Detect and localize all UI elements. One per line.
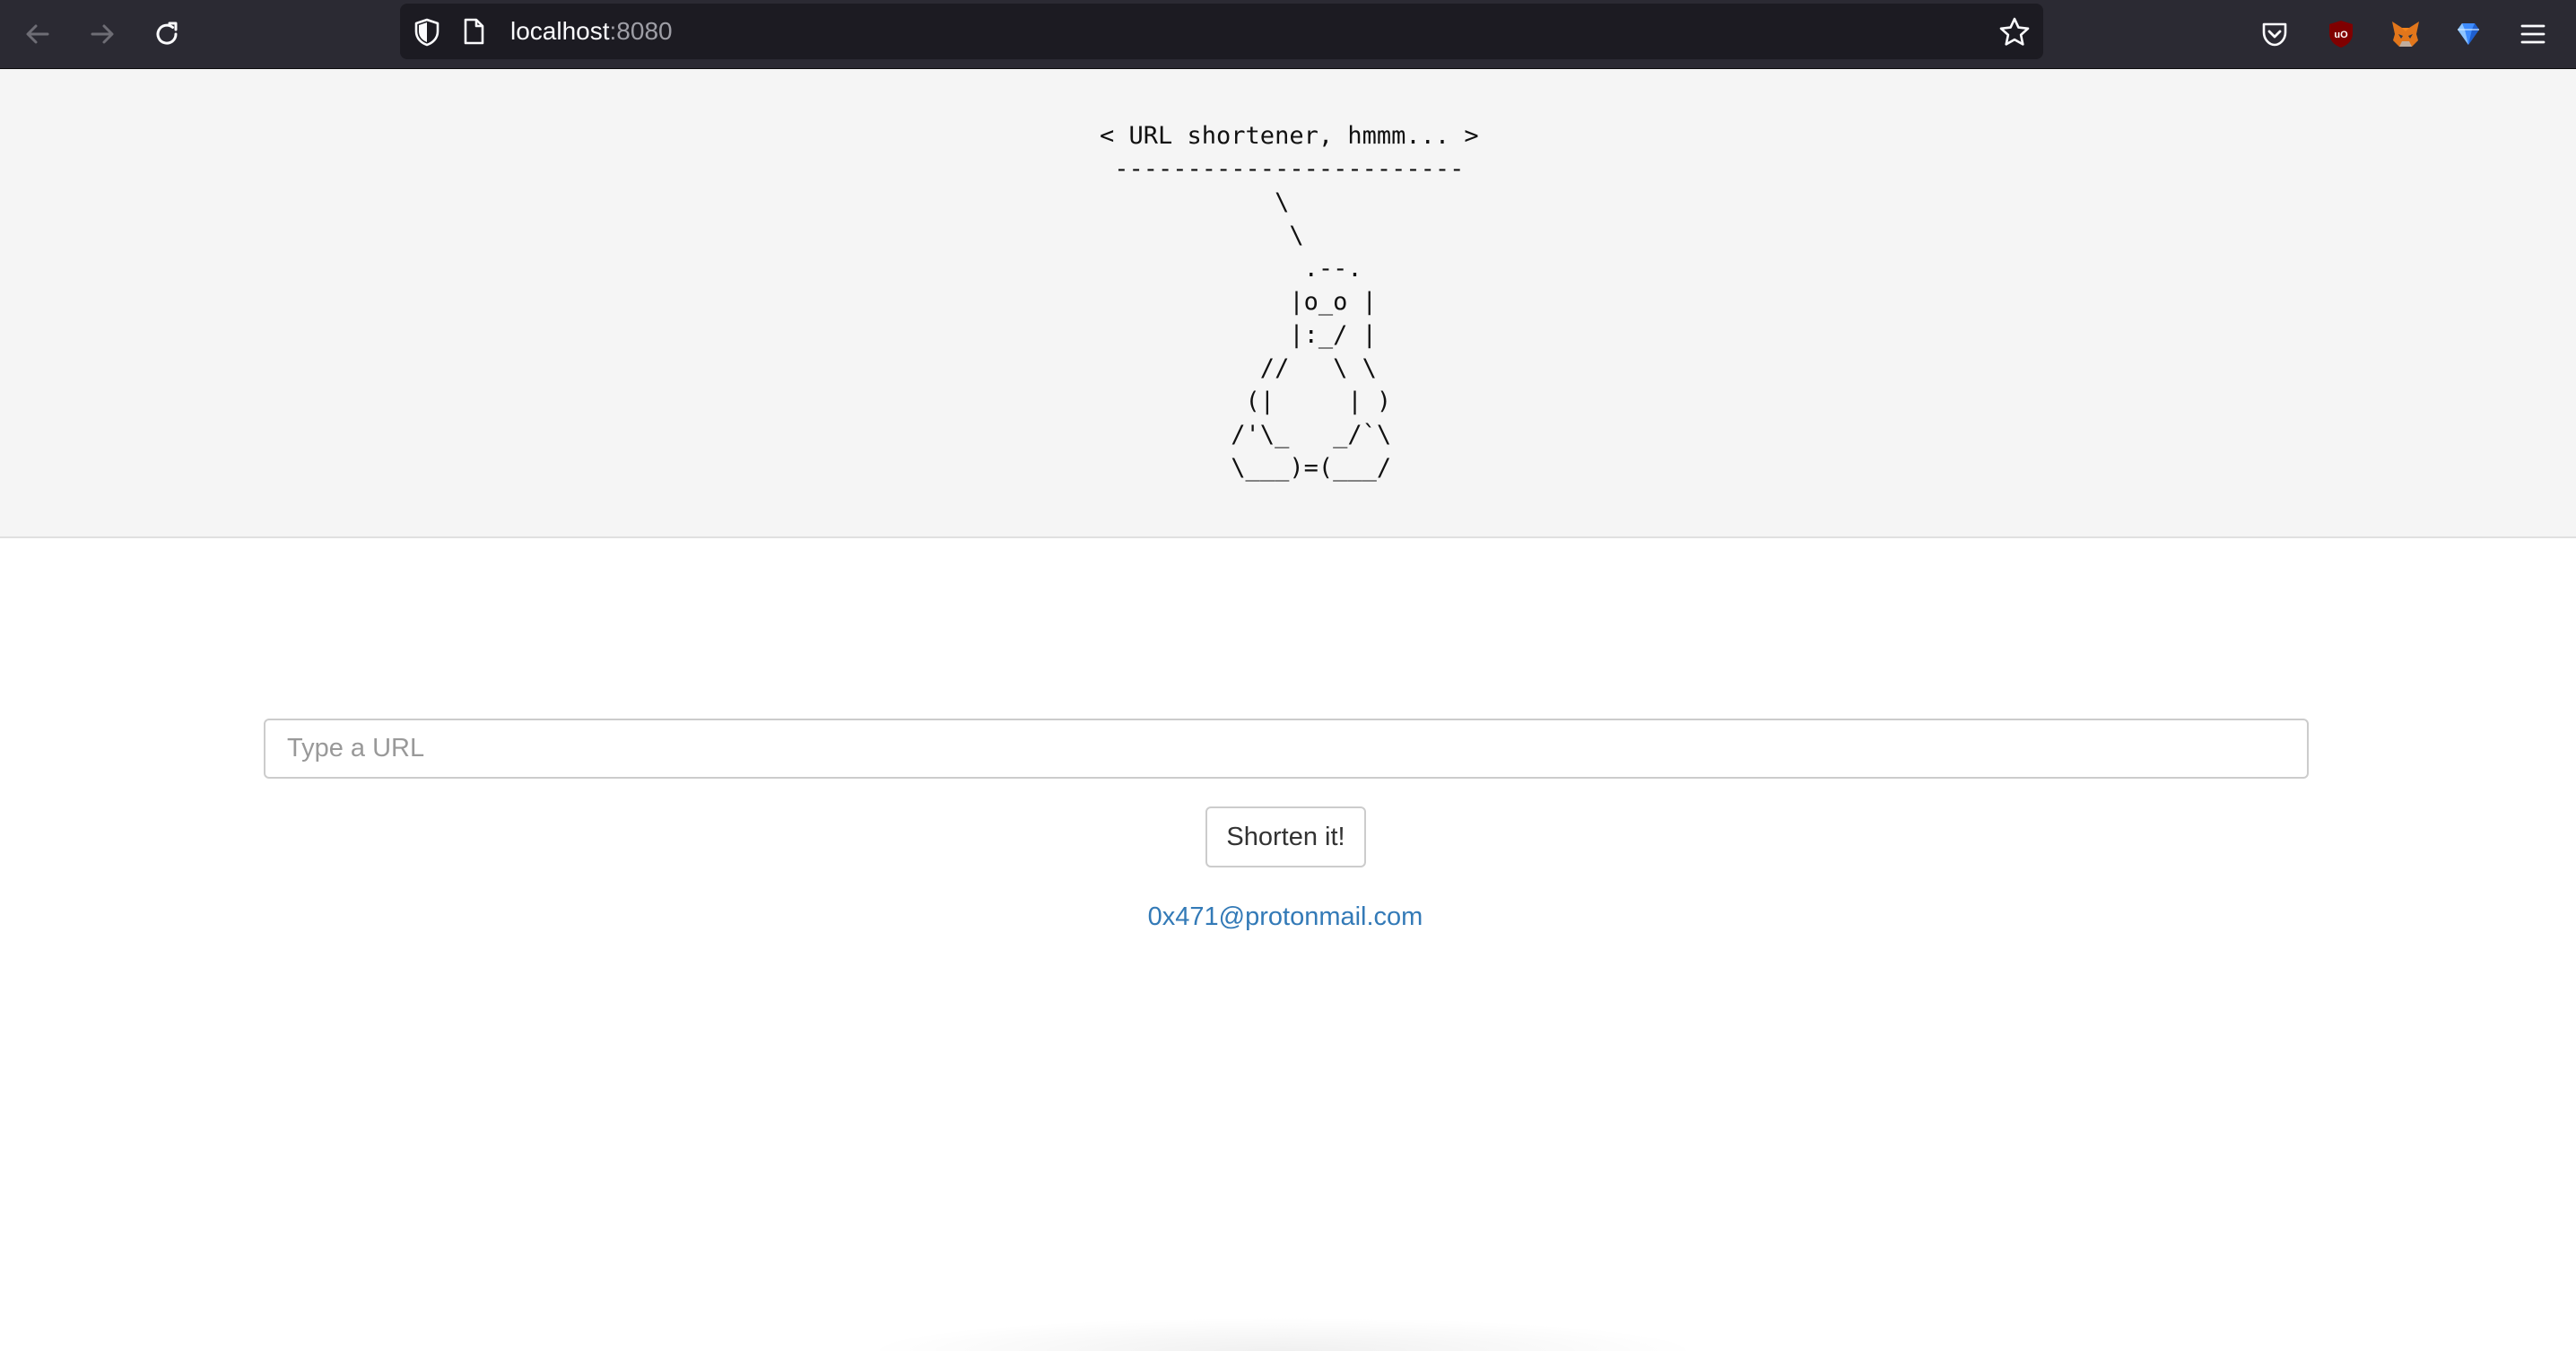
app-menu-button[interactable] [2511,13,2554,56]
ascii-art-tux: < URL shortener, hmmm... > -------------… [1100,122,1479,482]
pocket-button[interactable] [2253,13,2296,56]
back-button[interactable] [16,13,59,56]
page-info-icon[interactable] [461,17,486,46]
browser-toolbar: localhost:8080 uO [0,0,2576,69]
gem-extension-button[interactable] [2447,13,2490,56]
scroll-shadow [861,1317,1704,1351]
back-arrow-icon [26,24,49,44]
hamburger-menu-icon [2520,24,2546,44]
reload-button[interactable] [145,13,188,56]
ublock-origin-button[interactable]: uO [2319,13,2363,56]
forward-button[interactable] [81,13,124,56]
url-text[interactable]: localhost:8080 [510,4,673,59]
gem-extension-icon [2458,23,2479,45]
svg-text:uO: uO [2334,30,2348,40]
url-input[interactable] [264,719,2309,779]
url-host: localhost [510,17,610,45]
address-bar[interactable]: localhost:8080 [400,4,2043,59]
url-port: :8080 [609,17,673,45]
metamask-fox-icon [2392,22,2419,47]
tracking-protection-shield-icon[interactable] [413,17,441,48]
forward-arrow-icon [91,24,114,44]
shorten-button[interactable]: Shorten it! [1205,806,1366,867]
contact-email-link[interactable]: 0x471@protonmail.com [0,902,2571,932]
reload-icon [156,22,178,45]
bookmark-star-icon[interactable] [1998,16,2031,48]
ublock-origin-icon: uO [2329,21,2353,48]
metamask-button[interactable] [2384,13,2427,56]
pocket-icon [2262,22,2287,47]
page-header: < URL shortener, hmmm... > -------------… [0,69,2576,538]
